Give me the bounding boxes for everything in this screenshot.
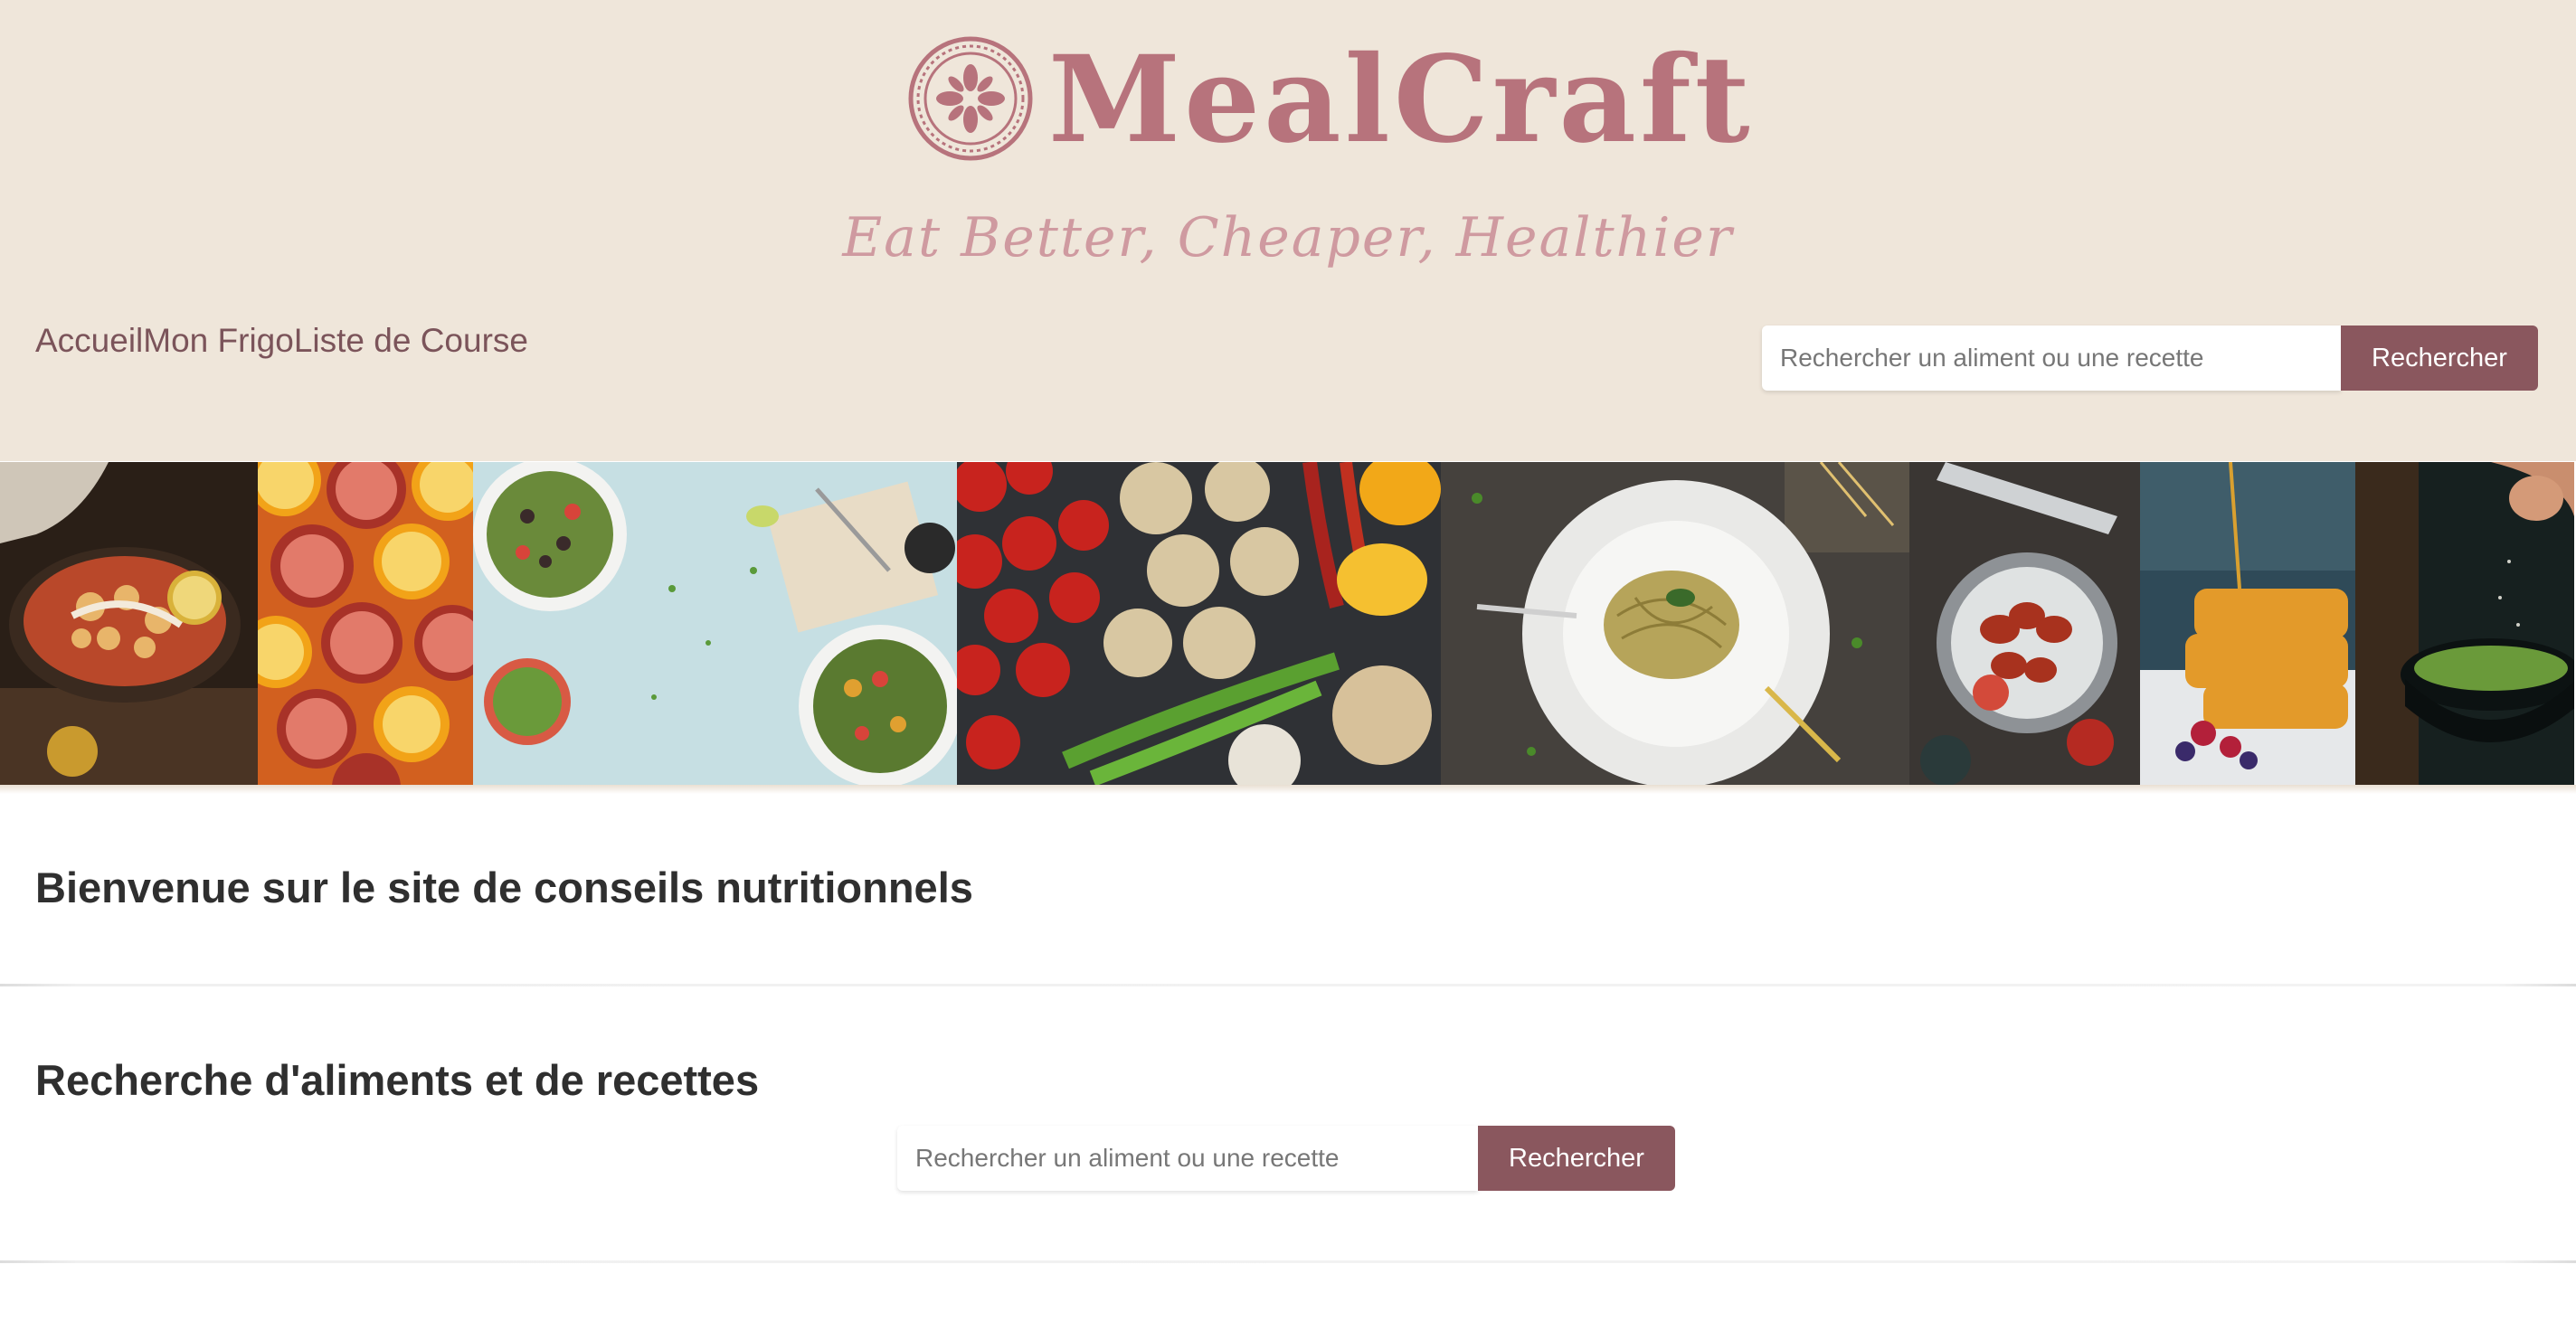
search-section: Recherche d'aliments et de recettes (0, 986, 2576, 1262)
header-search-form: Rechercher (1762, 326, 2538, 391)
salad-bowls-photo (473, 462, 957, 785)
banner-shadow (0, 785, 2576, 794)
welcome-section: Bienvenue sur le site de conseils nutrit… (0, 796, 2576, 986)
pasta-plate-photo (1441, 462, 1909, 785)
main-search-input[interactable] (897, 1126, 1478, 1191)
site-header: MealCraft Eat Better, Cheaper, Healthier… (0, 0, 2576, 461)
header-search-button[interactable]: Rechercher (2341, 326, 2538, 391)
curry-pan-photo (0, 462, 258, 785)
skewers-plate-photo (1909, 462, 2140, 785)
search-heading: Recherche d'aliments et de recettes (35, 1056, 760, 1104)
seasoning-bowl-photo (2355, 462, 2574, 785)
nav-link-liste-de-course[interactable]: Liste de Course (294, 322, 528, 360)
waffles-berries-photo (2140, 462, 2355, 785)
nav-link-accueil[interactable]: Accueil (35, 322, 143, 360)
brand-name: MealCraft (1048, 30, 1754, 170)
main-nav: Accueil Mon Frigo Liste de Course (35, 322, 528, 360)
header-search-input[interactable] (1762, 326, 2341, 391)
food-photo-banner (0, 462, 2576, 785)
welcome-heading: Bienvenue sur le site de conseils nutrit… (35, 863, 973, 911)
main-search-form: Rechercher (897, 1126, 1675, 1191)
nav-link-mon-frigo[interactable]: Mon Frigo (143, 322, 294, 360)
tagline: Eat Better, Cheaper, Healthier (842, 206, 1734, 269)
vegetables-photo (957, 462, 1441, 785)
pomegranate-grapefruit-photo (258, 462, 473, 785)
logo-emblem-icon (908, 36, 1033, 161)
main-search-button[interactable]: Rechercher (1478, 1126, 1675, 1191)
section-divider-bottom (0, 1260, 2576, 1263)
